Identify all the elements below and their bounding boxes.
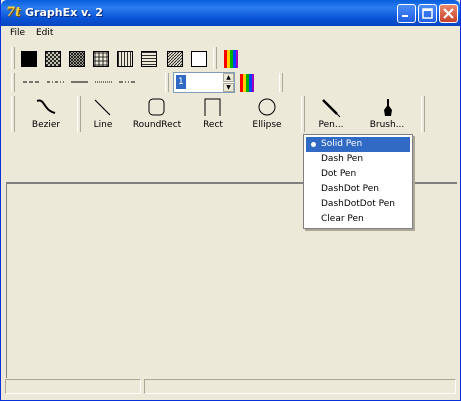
spin-buttons: ▲ ▼ — [223, 73, 234, 92]
toolbar-grip[interactable] — [11, 47, 15, 69]
window-title: GraphEx v. 2 — [25, 6, 103, 19]
rect-label: Rect — [203, 120, 223, 130]
pen-color-palette-icon[interactable] — [240, 74, 254, 92]
pen-style-dropdown: Solid Pen Dash Pen Dot Pen DashDot Pen D… — [303, 134, 413, 229]
ellipse-button[interactable]: Ellipse — [244, 96, 290, 132]
pen-style-icons[interactable] — [23, 80, 143, 84]
pen-icon — [322, 99, 341, 118]
bezier-label: Bezier — [31, 120, 61, 130]
line-button[interactable]: Line — [83, 96, 123, 132]
status-pane-left — [5, 379, 141, 394]
ellipse-icon — [258, 98, 276, 116]
color-palette-icon[interactable] — [224, 50, 238, 68]
line-label: Line — [93, 120, 113, 130]
close-icon — [443, 8, 454, 19]
toolbar-separator — [301, 96, 305, 132]
toolbar-separator — [165, 73, 169, 92]
menu-bar: File Edit — [1, 26, 460, 42]
spin-down-button[interactable]: ▼ — [223, 83, 234, 92]
line-icon — [94, 99, 111, 116]
dropdown-item-dot-pen[interactable]: Dot Pen — [306, 167, 410, 182]
bezier-icon — [36, 99, 56, 114]
pen-width-spinner[interactable]: 1 ▲ ▼ — [173, 72, 235, 93]
brush-icon — [384, 99, 392, 116]
rect-button[interactable]: Rect — [193, 96, 233, 132]
roundrect-button[interactable]: RoundRect — [128, 96, 186, 132]
pen-label: Pen... — [318, 120, 344, 130]
minimize-button[interactable] — [397, 4, 416, 23]
dropdown-item-dash-pen[interactable]: Dash Pen — [306, 152, 410, 167]
toolbar-grip[interactable] — [11, 73, 15, 92]
close-button[interactable] — [439, 4, 458, 23]
toolbar-grip[interactable] — [11, 96, 15, 132]
minimize-icon — [402, 15, 408, 17]
maximize-button[interactable] — [418, 4, 437, 23]
status-bar — [3, 378, 458, 396]
ellipse-label: Ellipse — [252, 120, 282, 130]
dropdown-item-clear-pen[interactable]: Clear Pen — [306, 212, 410, 227]
menu-file[interactable]: File — [10, 28, 25, 38]
brush-toolbar — [1, 44, 460, 71]
rect-icon — [204, 98, 221, 116]
dropdown-item-solid-pen[interactable]: Solid Pen — [306, 137, 410, 152]
roundrect-icon — [148, 98, 165, 116]
brush-style-icons[interactable] — [21, 51, 221, 67]
toolbar-separator — [213, 47, 217, 69]
bezier-button[interactable]: Bezier — [23, 96, 69, 132]
app-icon[interactable]: 7t — [6, 5, 22, 21]
spin-up-button[interactable]: ▲ — [223, 73, 234, 82]
toolbar-separator — [77, 96, 81, 132]
dropdown-item-dashdot-pen[interactable]: DashDot Pen — [306, 182, 410, 197]
pen-width-value[interactable]: 1 — [176, 75, 186, 89]
app-window: 7t GraphEx v. 2 File Edit 1 ▲ ▼ Bezier L… — [0, 0, 461, 401]
roundrect-label: RoundRect — [132, 120, 182, 130]
maximize-icon — [422, 8, 433, 19]
status-pane-right — [144, 379, 456, 394]
toolbar-separator — [421, 96, 425, 132]
shapes-toolbar: Bezier Line RoundRect Rect Ellipse Pen..… — [1, 94, 460, 134]
brush-button[interactable]: Brush... — [364, 96, 410, 132]
brush-label: Brush... — [369, 120, 405, 130]
menu-edit[interactable]: Edit — [36, 28, 53, 38]
toolbar-separator — [279, 73, 283, 92]
title-bar[interactable]: 7t GraphEx v. 2 — [1, 0, 460, 26]
pen-button[interactable]: Pen... — [308, 96, 354, 132]
dropdown-item-dashdotdot-pen[interactable]: DashDotDot Pen — [306, 197, 410, 212]
